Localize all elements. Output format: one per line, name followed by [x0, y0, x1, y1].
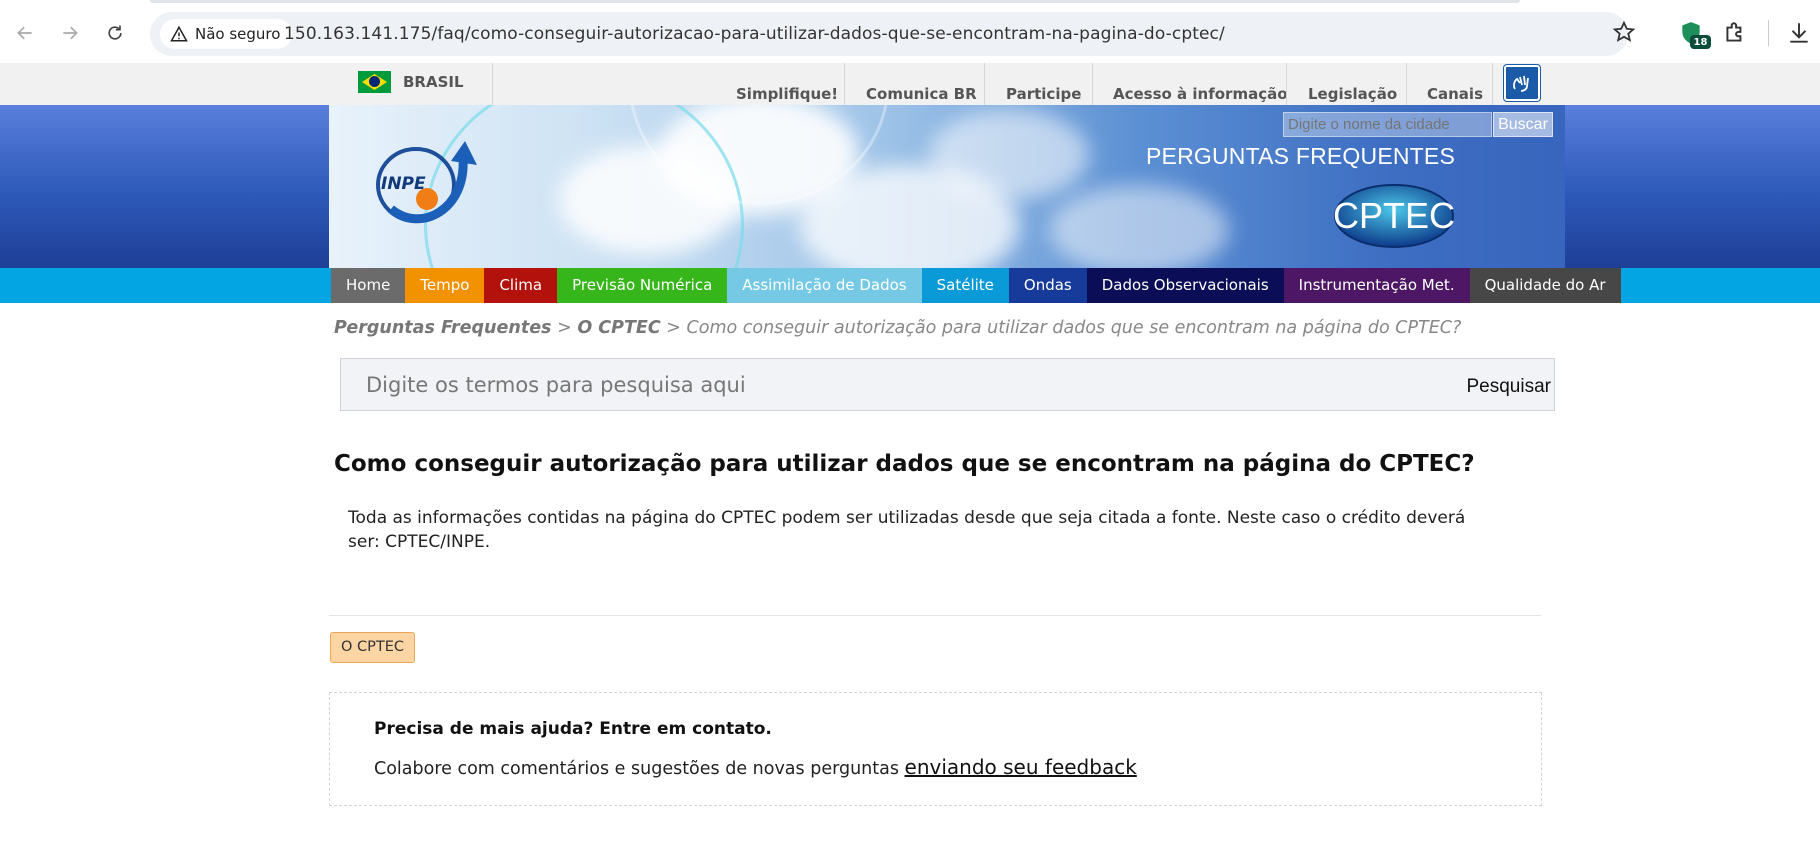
- banner-title: PERGUNTAS FREQUENTES: [1146, 143, 1455, 169]
- main-menu: Home Tempo Clima Previsão Numérica Assim…: [331, 268, 1621, 303]
- menu-item-satelite[interactable]: Satélite: [921, 268, 1009, 303]
- breadcrumb-root[interactable]: Perguntas Frequentes: [334, 318, 551, 338]
- help-heading: Precisa de mais ajuda? Entre em contato.: [374, 719, 772, 739]
- breadcrumb-category[interactable]: O CPTEC: [577, 318, 660, 338]
- security-chip[interactable]: Não seguro: [160, 19, 293, 49]
- back-button[interactable]: [8, 16, 42, 50]
- govbar-divider: [1286, 63, 1287, 105]
- forward-button[interactable]: [53, 16, 87, 50]
- cptec-logo-text: CPTEC: [1333, 195, 1455, 236]
- govbar-link-simplifique[interactable]: Simplifique!: [736, 85, 838, 103]
- url-text[interactable]: 150.163.141.175/faq/como-conseguir-autor…: [284, 24, 1225, 44]
- faq-search-box[interactable]: Digite os termos para pesquisa aqui Pesq…: [340, 358, 1555, 411]
- gov-bar: BRASIL Simplifique! Comunica BR Particip…: [0, 63, 1820, 105]
- govbar-divider: [492, 63, 493, 105]
- inpe-logo-text: INPE: [381, 174, 426, 194]
- govbar-divider: [1092, 63, 1093, 105]
- menu-item-dados-observacionais[interactable]: Dados Observacionais: [1086, 268, 1284, 303]
- question-title: Como conseguir autorização para utilizar…: [334, 451, 1475, 477]
- help-text-body: Colabore com comentários e sugestões de …: [374, 759, 899, 779]
- reload-button[interactable]: [98, 16, 132, 50]
- breadcrumb-separator: >: [557, 318, 572, 338]
- arrow-right-icon: [63, 26, 78, 40]
- security-label: Não seguro: [195, 25, 281, 43]
- toolbar-separator: [1768, 20, 1769, 46]
- city-search-input[interactable]: [1283, 112, 1492, 137]
- browser-toolbar: Não seguro 150.163.141.175/faq/como-cons…: [0, 0, 1820, 63]
- govbar-divider: [844, 63, 845, 105]
- sign-language-icon: [1513, 75, 1529, 92]
- brasil-link[interactable]: BRASIL: [358, 71, 464, 93]
- faq-search-input[interactable]: Digite os termos para pesquisa aqui: [366, 373, 746, 397]
- address-bar[interactable]: Não seguro 150.163.141.175/faq/como-cons…: [150, 12, 1628, 56]
- menu-item-previsao-numerica[interactable]: Previsão Numérica: [557, 268, 728, 303]
- govbar-link-acesso[interactable]: Acesso à informação: [1113, 85, 1288, 103]
- help-text: Colabore com comentários e sugestões de …: [374, 755, 1137, 779]
- category-tag[interactable]: O CPTEC: [330, 632, 416, 663]
- feedback-link[interactable]: enviando seu feedback: [905, 755, 1137, 779]
- menu-item-clima[interactable]: Clima: [484, 268, 558, 303]
- city-search-button[interactable]: Buscar: [1493, 112, 1553, 137]
- govbar-link-legislacao[interactable]: Legislação: [1308, 85, 1397, 103]
- govbar-divider: [1406, 63, 1407, 105]
- puzzle-icon[interactable]: [1722, 20, 1748, 46]
- warning-icon: [170, 25, 188, 42]
- menu-item-assimilacao[interactable]: Assimilação de Dados: [727, 268, 922, 303]
- breadcrumb-separator: >: [666, 318, 681, 338]
- govbar-divider: [1492, 63, 1493, 105]
- menu-item-home[interactable]: Home: [331, 268, 406, 303]
- govbar-link-canais[interactable]: Canais: [1427, 85, 1483, 103]
- menu-item-tempo[interactable]: Tempo: [405, 268, 485, 303]
- reload-icon: [108, 25, 122, 40]
- govbar-link-participe[interactable]: Participe: [1006, 85, 1081, 103]
- cloud-shape: [929, 110, 1089, 200]
- menu-item-ondas[interactable]: Ondas: [1008, 268, 1087, 303]
- govbar-link-comunica[interactable]: Comunica BR: [866, 85, 977, 103]
- answer-text: Toda as informações contidas na página d…: [348, 508, 1466, 552]
- brasil-label: BRASIL: [403, 73, 464, 91]
- inpe-logo[interactable]: INPE: [371, 139, 481, 229]
- cloud-shape: [1049, 185, 1229, 268]
- cptec-logo[interactable]: CPTEC: [1333, 183, 1455, 249]
- extension-badge: 18: [1690, 35, 1711, 49]
- help-box: Precisa de mais ajuda? Entre em contato.…: [329, 692, 1542, 806]
- download-icon[interactable]: [1786, 20, 1812, 46]
- bookmark-star-icon[interactable]: [1612, 20, 1636, 44]
- menu-item-instrumentacao[interactable]: Instrumentação Met.: [1283, 268, 1470, 303]
- arrow-left-icon: [17, 26, 32, 40]
- brazil-flag-icon: [358, 71, 391, 93]
- accessibility-hands-icon[interactable]: [1504, 65, 1540, 101]
- tab-strip-edge: [150, 0, 1520, 3]
- breadcrumb: Perguntas Frequentes > O CPTEC > Como co…: [334, 318, 1461, 338]
- content-divider: [329, 615, 1541, 616]
- faq-search-button[interactable]: Pesquisar: [1467, 376, 1552, 398]
- govbar-divider: [984, 63, 985, 105]
- breadcrumb-current: Como conseguir autorização para utilizar…: [686, 318, 1462, 338]
- menu-item-qualidade-ar[interactable]: Qualidade do Ar: [1469, 268, 1621, 303]
